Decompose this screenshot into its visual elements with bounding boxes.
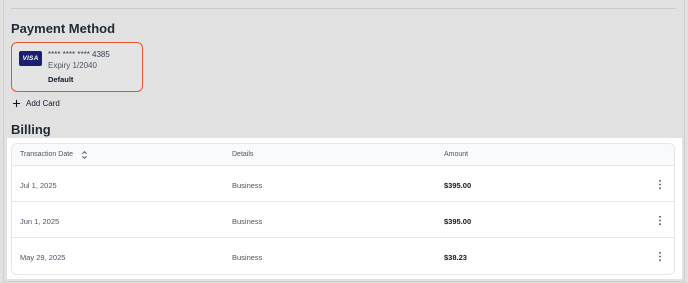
billing-title: Billing <box>11 122 51 137</box>
table-row: May 29, 2025 Business $38.23 <box>12 238 674 274</box>
payment-card[interactable]: VISA **** **** **** 4385 Expiry 1/2040 D… <box>11 42 143 92</box>
row-details: Business <box>232 253 263 262</box>
kebab-menu-icon[interactable] <box>658 179 662 190</box>
column-header-amount: Amount <box>444 151 469 158</box>
table-header: Transaction Date Details Amount <box>12 144 674 166</box>
column-header-transaction-date[interactable]: Transaction Date <box>20 151 87 159</box>
card-default-label: Default <box>48 75 74 84</box>
payment-method-title: Payment Method <box>11 21 116 36</box>
row-details: Business <box>232 181 263 190</box>
billing-table: Transaction Date Details Amount Jul 1, 2… <box>11 143 675 275</box>
sort-icon[interactable] <box>81 150 88 160</box>
column-header-details: Details <box>232 151 254 158</box>
visa-logo: VISA <box>19 51 42 66</box>
row-details: Business <box>232 217 263 226</box>
add-card-button[interactable]: Add Card <box>12 99 60 108</box>
row-date: Jul 1, 2025 <box>20 181 57 190</box>
card-number: **** **** **** 4385 <box>48 50 110 59</box>
row-amount: $38.23 <box>444 253 467 262</box>
row-amount: $395.00 <box>444 181 472 190</box>
card-expiry: Expiry 1/2040 <box>48 61 97 70</box>
table-row: Jun 1, 2025 Business $395.00 <box>12 202 674 238</box>
row-date: Jun 1, 2025 <box>20 217 60 226</box>
billing-panel: Transaction Date Details Amount Jul 1, 2… <box>7 138 682 279</box>
table-row: Jul 1, 2025 Business $395.00 <box>12 166 674 202</box>
kebab-menu-icon[interactable] <box>658 251 662 262</box>
kebab-menu-icon[interactable] <box>658 215 662 226</box>
row-date: May 29, 2025 <box>20 253 66 262</box>
row-amount: $395.00 <box>444 217 472 226</box>
plus-icon <box>12 99 21 108</box>
top-divider <box>11 8 676 9</box>
add-card-label: Add Card <box>26 99 60 108</box>
